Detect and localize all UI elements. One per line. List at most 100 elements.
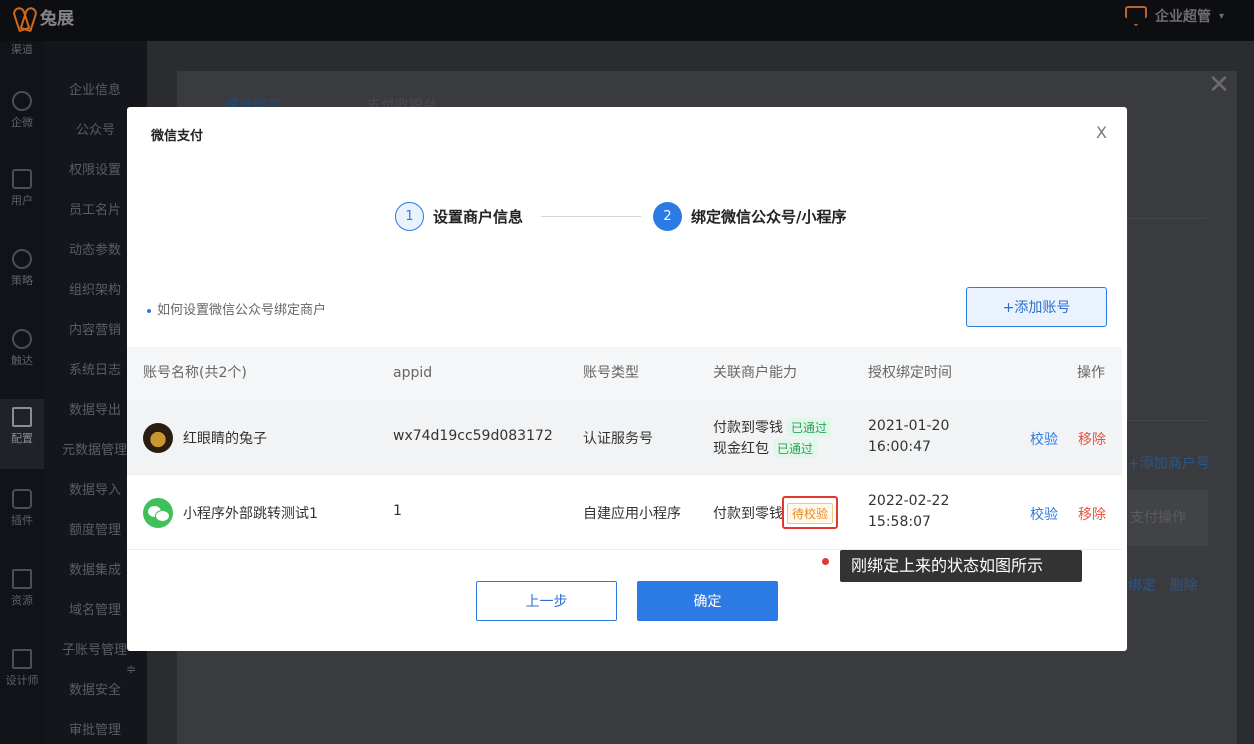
nav-item-wecom[interactable]: 企微 <box>0 91 44 130</box>
subnav-item[interactable]: 数据集成 <box>69 559 121 578</box>
step-2: 2 绑定微信公众号/小程序 <box>653 202 846 231</box>
add-account-button[interactable]: +添加账号 <box>966 287 1107 327</box>
wechat-icon <box>143 498 173 528</box>
subnav-item[interactable]: 元数据管理 <box>62 439 127 458</box>
close-icon[interactable]: X <box>1096 123 1107 142</box>
building-icon <box>12 407 32 427</box>
nav-item-plugins[interactable]: 插件 <box>0 489 44 528</box>
cube-icon <box>12 489 32 509</box>
subnav-item[interactable]: 动态参数 <box>69 239 121 258</box>
subnav-item[interactable]: 公众号 <box>76 119 115 138</box>
verify-link[interactable]: 校验 <box>1030 504 1058 524</box>
col-bind-time: 授权绑定时间 <box>868 365 952 381</box>
appid-value: wx74d19cc59d083172 <box>393 428 553 444</box>
subnav-item[interactable]: 权限设置 <box>69 159 121 178</box>
delete-link[interactable]: 删除 <box>1170 578 1198 594</box>
previous-step-button[interactable]: 上一步 <box>476 581 617 621</box>
remove-link[interactable]: 移除 <box>1078 429 1106 449</box>
capability-name: 现金红包 <box>713 441 769 457</box>
user-menu[interactable]: 企业超管 ▾ <box>1124 6 1224 26</box>
nav-item-channel[interactable]: 渠道 <box>0 41 44 57</box>
subnav-item[interactable]: 系统日志 <box>69 359 121 378</box>
dialog-title: 微信支付 <box>151 129 204 144</box>
background-card <box>1127 218 1207 421</box>
brand-logo: 兔展 <box>14 4 74 29</box>
account-name: 红眼睛的兔子 <box>183 431 267 447</box>
table-row: 红眼睛的兔子 wx74d19cc59d083172 认证服务号 付款到零钱 已通过… <box>127 400 1122 475</box>
status-badge: 已通过 <box>773 439 818 458</box>
drawer-close-icon[interactable]: ✕ <box>1204 70 1234 100</box>
col-appid: appid <box>393 365 433 381</box>
subnav-item[interactable]: 域名管理 <box>69 599 121 618</box>
user-card-icon <box>12 169 32 189</box>
nav-item-designer[interactable]: 设计师 <box>0 649 44 688</box>
bind-date: 2022-02-22 <box>868 493 950 509</box>
subnav-item[interactable]: 数据导出 <box>69 399 121 418</box>
appid-value: 1 <box>393 503 402 519</box>
wechat-pay-dialog: 微信支付 X 1 设置商户信息 2 绑定微信公众号/小程序 如何设置微信公众号绑… <box>127 107 1127 651</box>
top-bar: 兔展 企业超管 ▾ <box>0 0 1254 41</box>
col-actions: 操作 <box>1077 365 1105 381</box>
capability-name: 付款到零钱 <box>713 420 783 436</box>
subnav-item[interactable]: 子账号管理 <box>62 639 127 658</box>
col-account-name: 账号名称(共2个) <box>143 365 247 381</box>
table-header: 账号名称(共2个) appid 账号类型 关联商户能力 授权绑定时间 操作 <box>127 347 1122 400</box>
person-icon <box>12 329 32 349</box>
nav-item-reach[interactable]: 触达 <box>0 329 44 368</box>
highlight-outline <box>782 496 838 529</box>
account-type: 自建应用小程序 <box>583 506 681 522</box>
remove-link[interactable]: 移除 <box>1078 504 1106 524</box>
rabbit-logo-icon <box>14 5 36 29</box>
add-merchant-link[interactable]: +添加商户号 <box>1128 453 1210 473</box>
step-2-number: 2 <box>653 202 682 231</box>
confirm-button[interactable]: 确定 <box>637 581 778 621</box>
strategy-icon <box>12 249 32 269</box>
annotation-tooltip: 刚绑定上来的状态如图所示 <box>840 550 1082 582</box>
step-2-label: 绑定微信公众号/小程序 <box>691 208 847 226</box>
accounts-table: 账号名称(共2个) appid 账号类型 关联商户能力 授权绑定时间 操作 红眼… <box>127 347 1122 550</box>
col-merchant-capability: 关联商户能力 <box>713 365 797 381</box>
bind-link[interactable]: 绑定 <box>1128 578 1156 594</box>
nav-item-users[interactable]: 用户 <box>0 169 44 208</box>
nav-item-config[interactable]: 配置 <box>0 399 44 469</box>
subnav-item[interactable]: 组织架构 <box>69 279 121 298</box>
subnav-item[interactable]: 数据导入 <box>69 479 121 498</box>
pencil-ruler-icon <box>12 649 32 669</box>
folder-icon <box>12 569 32 589</box>
subnav-item[interactable]: 审批管理 <box>69 719 121 738</box>
collapse-sidebar-icon[interactable]: ≑ <box>126 662 146 686</box>
left-nav: 渠道 企微 用户 策略 触达 配置 插件 资源 设计师 <box>0 41 44 744</box>
brand-name: 兔展 <box>40 9 74 29</box>
nav-item-strategy[interactable]: 策略 <box>0 249 44 288</box>
col-account-type: 账号类型 <box>583 365 639 381</box>
subnav-item[interactable]: 企业信息 <box>69 79 121 98</box>
step-1: 1 设置商户信息 <box>395 202 523 231</box>
bind-actions: 绑定 | 删除 <box>1128 578 1198 594</box>
capability-name: 付款到零钱 <box>713 506 783 522</box>
bind-date: 2021-01-20 <box>868 418 950 434</box>
chevron-down-icon: ▾ <box>1218 10 1224 22</box>
avatar <box>143 423 173 453</box>
user-role: 企业超管 <box>1154 9 1211 25</box>
step-1-number: 1 <box>395 202 424 231</box>
bullet-icon <box>147 308 151 313</box>
pay-operation-header: 支付操作 <box>1128 490 1208 546</box>
bind-time: 16:00:47 <box>868 439 931 455</box>
annotation-dot-icon <box>822 558 829 565</box>
howto-link[interactable]: 如何设置微信公众号绑定商户 <box>147 299 326 318</box>
subnav-item[interactable]: 员工名片 <box>69 199 121 218</box>
nav-item-resources[interactable]: 资源 <box>0 569 44 608</box>
capability-line: 付款到零钱 已通过 <box>713 417 832 437</box>
capability-line: 现金红包 已通过 <box>713 438 818 458</box>
verify-link[interactable]: 校验 <box>1030 429 1058 449</box>
account-name: 小程序外部跳转测试1 <box>183 506 318 522</box>
chat-icon <box>12 91 32 111</box>
bind-time: 15:58:07 <box>868 514 931 530</box>
diamond-icon <box>1124 6 1147 26</box>
status-badge: 已通过 <box>787 418 832 437</box>
step-connector <box>541 216 641 217</box>
subnav-item[interactable]: 内容营销 <box>69 319 121 338</box>
account-type: 认证服务号 <box>583 431 653 447</box>
subnav-item[interactable]: 数据安全 <box>69 679 121 698</box>
subnav-item[interactable]: 额度管理 <box>69 519 121 538</box>
